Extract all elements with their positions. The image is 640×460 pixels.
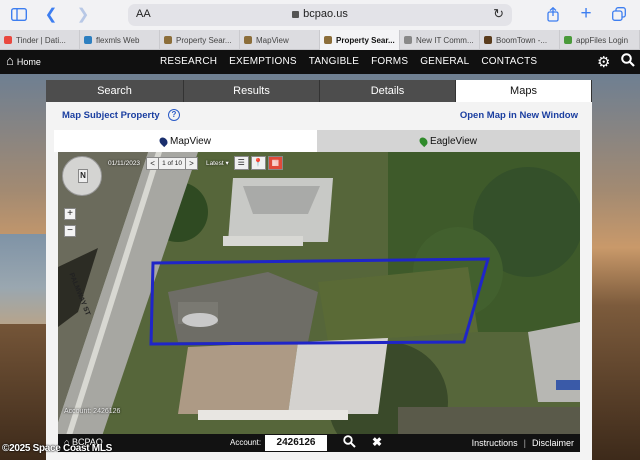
mls-watermark: ©2025 Space Coast MLS bbox=[2, 443, 113, 454]
browser-tab-bar: Tinder | Dati... flexmls Web Property Sear… bbox=[0, 30, 640, 50]
nav-item-exemptions[interactable]: EXEMPTIONS bbox=[229, 56, 297, 67]
url-text: bcpao.us bbox=[128, 8, 512, 20]
compass-control[interactable]: N bbox=[62, 156, 102, 196]
nav-item-forms[interactable]: FORMS bbox=[371, 56, 408, 67]
maps-header: Map Subject Property ? Open Map in New W… bbox=[62, 108, 582, 124]
browser-tab-label: BoomTown -... bbox=[496, 35, 548, 45]
forward-icon[interactable]: ❯ bbox=[76, 5, 90, 23]
nav-item-research[interactable]: RESEARCH bbox=[160, 56, 217, 67]
browser-tab[interactable]: Tinder | Dati... bbox=[0, 30, 80, 50]
tab-maps[interactable]: Maps bbox=[456, 80, 592, 102]
image-page-indicator: 1 of 10 bbox=[159, 156, 185, 170]
browser-tab[interactable]: Property Sear... bbox=[160, 30, 240, 50]
tab-mapview[interactable]: MapView bbox=[54, 130, 317, 152]
zoom-in-button[interactable]: + bbox=[64, 208, 76, 220]
tab-favicon-icon bbox=[244, 36, 252, 44]
browser-tab-label: appFiles Login bbox=[576, 35, 629, 45]
open-map-new-window-link[interactable]: Open Map in New Window bbox=[460, 110, 578, 121]
main-tabs: Search Results Details Maps bbox=[46, 80, 592, 102]
browser-tab-label: MapView bbox=[256, 35, 289, 45]
tab-details[interactable]: Details bbox=[320, 80, 456, 102]
nav-item-tangible[interactable]: TANGIBLE bbox=[309, 56, 359, 67]
map-subject-property-link[interactable]: Map Subject Property bbox=[62, 110, 160, 121]
help-icon[interactable]: ? bbox=[168, 109, 180, 121]
disclaimer-link[interactable]: Disclaimer bbox=[532, 438, 574, 448]
tab-favicon-icon bbox=[164, 36, 172, 44]
view-tab-label: MapView bbox=[170, 135, 211, 147]
browser-tab-label: New IT Comm... bbox=[416, 35, 474, 45]
aerial-map[interactable]: N 01/11/2023 < 1 of 10 > Latest ▾ ☰ 📍 ▦ … bbox=[58, 152, 580, 448]
background-sea bbox=[0, 234, 48, 324]
search-icon[interactable] bbox=[621, 53, 635, 69]
tab-favicon-icon bbox=[484, 36, 492, 44]
gear-icon[interactable]: ⚙ bbox=[597, 53, 610, 71]
share-icon[interactable] bbox=[545, 5, 561, 23]
map-bottom-bar: ⌂ BCPAO Account: 2426126 ✖ Instructions |… bbox=[58, 434, 580, 452]
back-icon[interactable]: ❮ bbox=[44, 5, 58, 23]
map-account-overlay: Account: 2426126 bbox=[64, 408, 121, 415]
prev-image-button[interactable]: < bbox=[146, 156, 160, 170]
map-pin-icon bbox=[417, 135, 430, 147]
view-tab-label: EagleView bbox=[429, 135, 478, 147]
tab-favicon-icon bbox=[404, 36, 412, 44]
address-bar[interactable]: AA bcpao.us ↻ bbox=[128, 4, 512, 26]
nav-item-contacts[interactable]: CONTACTS bbox=[481, 56, 537, 67]
imagery-date: 01/11/2023 bbox=[108, 159, 141, 167]
site-nav-items: RESEARCH EXEMPTIONS TANGIBLE FORMS GENERAL CO… bbox=[160, 56, 549, 67]
map-pin-icon bbox=[157, 135, 170, 147]
pin-tool-icon[interactable]: 📍 bbox=[250, 156, 266, 170]
map-bar-links: Instructions | Disclaimer bbox=[472, 438, 574, 448]
layers-icon[interactable]: ☰ bbox=[233, 156, 249, 170]
browser-tab[interactable]: Property Sear... bbox=[320, 30, 400, 50]
browser-toolbar: ❮ ❯ AA bcpao.us ↻ + bbox=[0, 0, 640, 30]
browser-tab[interactable]: appFiles Login bbox=[560, 30, 640, 50]
site-nav: ⌂ Home RESEARCH EXEMPTIONS TANGIBLE FORMS GE… bbox=[0, 50, 640, 74]
tab-results[interactable]: Results bbox=[184, 80, 320, 102]
instructions-link[interactable]: Instructions bbox=[472, 438, 518, 448]
home-link[interactable]: ⌂ Home bbox=[6, 54, 41, 67]
map-toolbar: 01/11/2023 < 1 of 10 > Latest ▾ ☰ 📍 ▦ bbox=[108, 156, 285, 170]
browser-tab-label: Property Sear... bbox=[176, 35, 232, 45]
property-panel: Search Results Details Maps Map Subject Pro… bbox=[46, 80, 592, 460]
browser-tab[interactable]: New IT Comm... bbox=[400, 30, 480, 50]
url-value: bcpao.us bbox=[303, 8, 348, 20]
map-view-tabs: MapView EagleView bbox=[54, 130, 580, 152]
tab-favicon-icon bbox=[4, 36, 12, 44]
home-label: Home bbox=[16, 57, 41, 67]
nav-item-general[interactable]: GENERAL bbox=[420, 56, 469, 67]
browser-tab[interactable]: BoomTown -... bbox=[480, 30, 560, 50]
browser-tab-label: Tinder | Dati... bbox=[16, 35, 66, 45]
new-tab-icon[interactable]: + bbox=[578, 3, 594, 24]
tab-favicon-icon bbox=[564, 36, 572, 44]
tab-eagleview[interactable]: EagleView bbox=[317, 130, 580, 152]
link-separator: | bbox=[523, 438, 526, 448]
account-search-icon[interactable] bbox=[343, 435, 357, 449]
browser-tab-label: Property Sear... bbox=[336, 35, 395, 45]
next-image-button[interactable]: > bbox=[184, 156, 198, 170]
home-icon: ⌂ bbox=[6, 53, 14, 68]
browser-tab[interactable]: flexmls Web bbox=[80, 30, 160, 50]
compass-north-icon: N bbox=[78, 169, 88, 183]
lock-icon bbox=[292, 10, 300, 18]
aerial-imagery bbox=[58, 152, 580, 448]
browser-tab-label: flexmls Web bbox=[96, 35, 140, 45]
browser-tab[interactable]: MapView bbox=[240, 30, 320, 50]
tab-favicon-icon bbox=[324, 36, 332, 44]
sidebar-icon[interactable] bbox=[10, 5, 28, 23]
latest-dropdown[interactable]: Latest ▾ bbox=[206, 159, 229, 167]
zoom-out-button[interactable]: − bbox=[64, 225, 76, 237]
reload-icon[interactable]: ↻ bbox=[493, 6, 504, 22]
clear-icon[interactable]: ✖ bbox=[372, 435, 382, 449]
calendar-icon[interactable]: ▦ bbox=[267, 156, 283, 170]
tab-favicon-icon bbox=[84, 36, 92, 44]
account-label: Account: bbox=[230, 438, 262, 447]
account-input[interactable]: 2426126 bbox=[265, 435, 327, 451]
tabs-overview-icon[interactable] bbox=[611, 5, 627, 23]
tab-search[interactable]: Search bbox=[46, 80, 184, 102]
